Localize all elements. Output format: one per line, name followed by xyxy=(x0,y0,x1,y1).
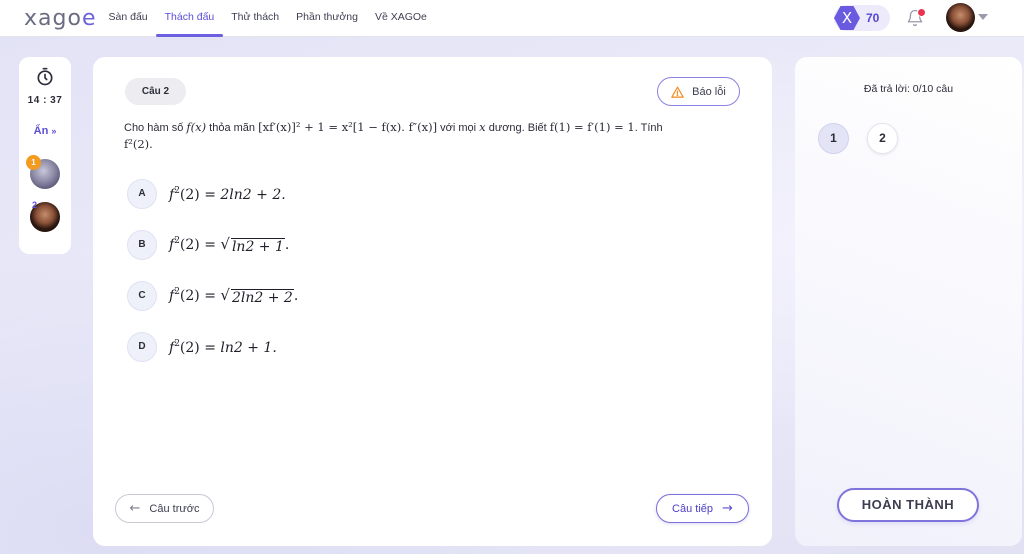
xp-hexagon-icon: X xyxy=(834,6,860,30)
next-label: Câu tiếp xyxy=(672,502,714,515)
top-navbar: xagoe Sàn đấu Thách đấu Thử thách Phần t… xyxy=(0,0,1024,37)
option-letter: A xyxy=(127,179,157,209)
option-text: f2(2) = √ ln2 + 1. xyxy=(169,235,290,255)
hide-players-toggle[interactable]: Ẩn» xyxy=(19,125,71,137)
option-text: f2(2) = 2ln2 + 2. xyxy=(169,185,286,203)
option-letter: D xyxy=(127,332,157,362)
next-question-button[interactable]: Câu tiếp → xyxy=(656,494,749,523)
nav-item-phan-thuong[interactable]: Phần thưởng xyxy=(288,0,367,37)
question-nav-1[interactable]: 1 xyxy=(818,123,849,154)
option-text: f2(2) = √ 2ln2 + 2. xyxy=(169,286,299,306)
previous-label: Câu trước xyxy=(149,502,200,515)
finish-button[interactable]: HOÀN THÀNH xyxy=(837,488,979,522)
timer-text: 14 : 37 xyxy=(27,95,63,106)
timer-panel: 14 : 37 Ẩn» 1 2 xyxy=(19,57,71,254)
main-nav: Sàn đấu Thách đấu Thử thách Phần thưởng … xyxy=(100,0,435,37)
rank-badge-2: 2 xyxy=(31,200,37,210)
question-label: Câu 2 xyxy=(125,78,186,105)
question-text: Cho hàm số f(x) thỏa mãn [xf′(x)]² + 1 =… xyxy=(124,120,663,151)
nav-item-san-dau[interactable]: Sàn đấu xyxy=(100,0,156,37)
notification-badge xyxy=(917,8,926,17)
progress-panel: Đã trả lời: 0/10 câu 1 2 HOÀN THÀNH xyxy=(795,57,1022,546)
option-letter: C xyxy=(127,281,157,311)
nav-item-thach-dau[interactable]: Thách đấu xyxy=(156,0,223,37)
hide-label: Ẩn xyxy=(33,125,49,137)
arrow-right-icon: → xyxy=(722,501,733,516)
option-b[interactable]: B f2(2) = √ ln2 + 1. xyxy=(127,230,289,260)
chevron-up-icon: » xyxy=(51,126,57,136)
answered-count: Đã trả lời: 0/10 câu xyxy=(863,83,954,95)
option-c[interactable]: C f2(2) = √ 2ln2 + 2. xyxy=(127,281,298,311)
stopwatch-icon xyxy=(37,67,53,86)
previous-question-button[interactable]: ← Câu trước xyxy=(115,494,214,523)
option-a[interactable]: A f2(2) = 2ln2 + 2. xyxy=(127,179,286,209)
report-error-button[interactable]: Báo lỗi xyxy=(657,77,740,106)
option-text: f2(2) = ln2 + 1. xyxy=(169,338,277,356)
user-avatar[interactable] xyxy=(946,3,975,32)
question-card: Câu 2 Báo lỗi Cho hàm số f(x) thỏa mãn [… xyxy=(93,57,772,546)
xp-badge[interactable]: X 70 xyxy=(834,5,890,31)
nav-item-ve-xagoe[interactable]: Về XAGOe xyxy=(366,0,435,37)
report-label: Báo lỗi xyxy=(692,85,726,98)
chevron-down-icon[interactable] xyxy=(978,14,988,20)
nav-item-thu-thach[interactable]: Thử thách xyxy=(223,0,288,37)
option-d[interactable]: D f2(2) = ln2 + 1. xyxy=(127,332,277,362)
xp-value: 70 xyxy=(866,11,880,25)
arrow-left-icon: ← xyxy=(129,501,141,516)
option-letter: B xyxy=(127,230,157,260)
xagoe-logo[interactable]: xagoe xyxy=(24,6,96,31)
rank-badge-1: 1 xyxy=(26,155,41,170)
question-nav-2[interactable]: 2 xyxy=(867,123,898,154)
warning-icon xyxy=(671,86,684,98)
